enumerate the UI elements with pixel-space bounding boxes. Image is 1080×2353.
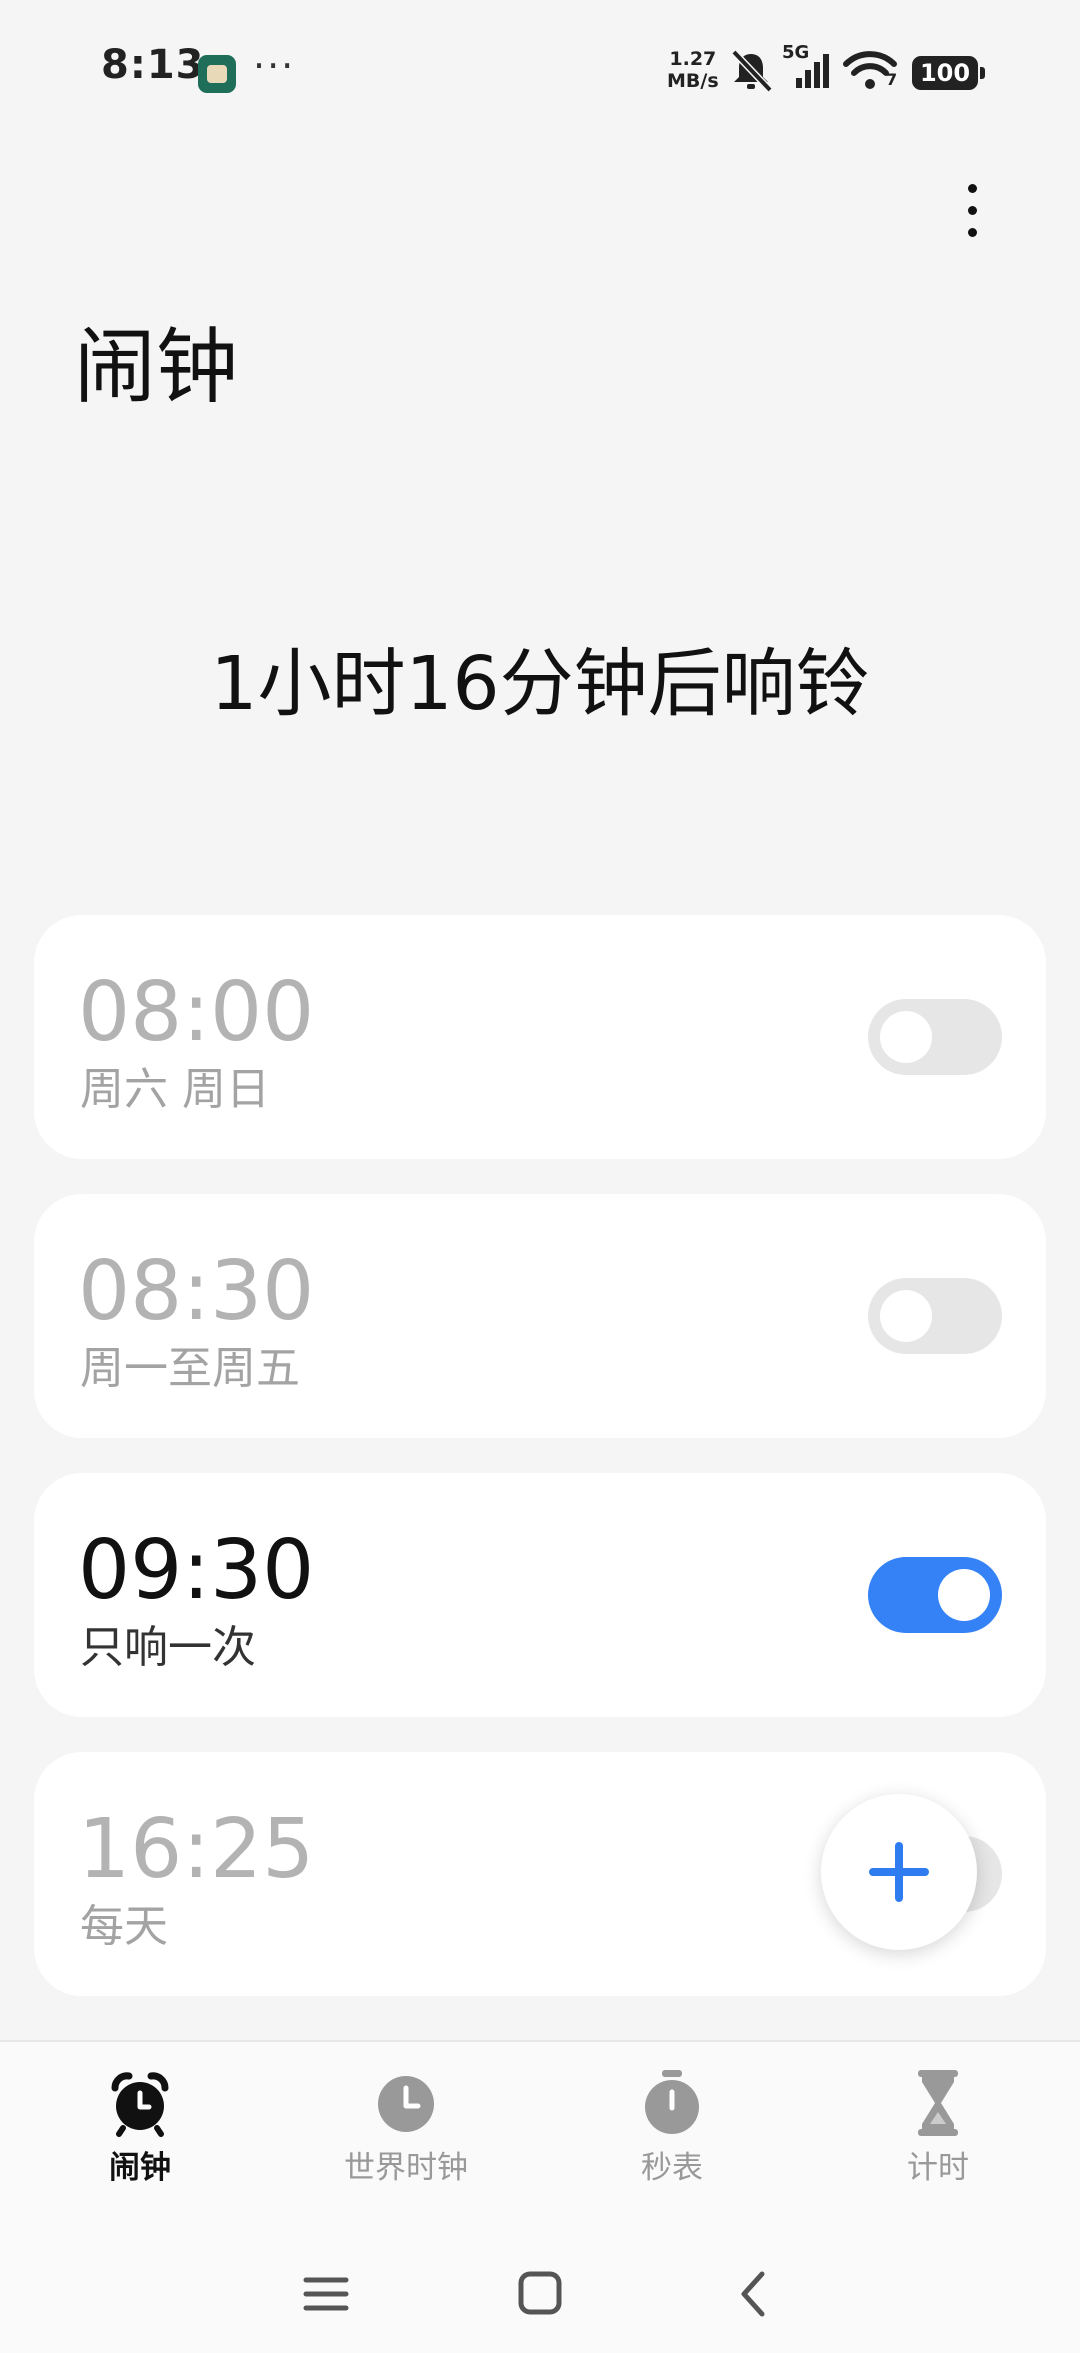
- tab-timer[interactable]: 计时: [818, 2068, 1058, 2188]
- silent-mode-icon: [731, 49, 773, 92]
- alarm-repeat: 每天: [80, 1901, 168, 1952]
- tab-stopwatch[interactable]: 秒表: [552, 2068, 792, 2188]
- tab-world-clock-label: 世界时钟: [344, 2150, 468, 2186]
- next-ring-countdown: 1小时16分钟后响铃: [210, 641, 870, 727]
- alarm-card[interactable]: 09:30 只响一次: [34, 1473, 1046, 1717]
- stopwatch-icon: [645, 2070, 699, 2134]
- network-speed-value: 1.27: [669, 48, 717, 70]
- more-options-icon: [968, 184, 977, 193]
- back-button[interactable]: [714, 2264, 794, 2324]
- hourglass-icon: [918, 2070, 958, 2136]
- tab-stopwatch-label: 秒表: [641, 2150, 703, 2186]
- add-alarm-button[interactable]: [821, 1794, 977, 1950]
- alarm-toggle[interactable]: [868, 1557, 1002, 1633]
- recent-apps-button[interactable]: [286, 2264, 366, 2324]
- more-notifications-icon: ···: [253, 44, 296, 88]
- alarm-time: 08:00: [78, 965, 315, 1060]
- alarm-card[interactable]: 08:00 周六 周日: [34, 915, 1046, 1159]
- alarm-repeat: 周六 周日: [80, 1064, 270, 1115]
- app-notification-icon: [198, 55, 236, 93]
- tab-timer-label: 计时: [907, 2150, 969, 2186]
- alarm-repeat: 周一至周五: [80, 1343, 300, 1394]
- status-icons: 5G 7: [728, 42, 898, 92]
- menu-icon: [303, 2277, 349, 2311]
- alarm-card[interactable]: 08:30 周一至周五: [34, 1194, 1046, 1438]
- status-bar: 8:13 ··· 1.27 MB/s 5G 7 100: [0, 0, 1080, 140]
- page-title: 闹钟: [74, 320, 239, 415]
- network-speed-unit: MB/s: [667, 70, 719, 92]
- alarm-toggle[interactable]: [868, 999, 1002, 1075]
- wifi-icon: 7: [842, 48, 898, 92]
- tab-alarm-label: 闹钟: [109, 2150, 171, 2186]
- alarm-time: 08:30: [78, 1244, 315, 1339]
- home-square-icon: [518, 2271, 562, 2315]
- status-time: 8:13: [101, 42, 205, 88]
- cellular-signal-icon: 5G: [782, 42, 834, 92]
- alarm-time: 09:30: [78, 1523, 315, 1618]
- back-arrow-icon: [741, 2271, 765, 2317]
- battery-indicator: 100: [912, 56, 985, 90]
- tab-alarm[interactable]: 闹钟: [20, 2068, 260, 2188]
- wifi-label: 7: [886, 70, 898, 89]
- bottom-navigation: 闹钟 世界时钟 秒表 计时: [0, 2040, 1080, 2353]
- home-button[interactable]: [500, 2264, 580, 2324]
- alarm-time: 16:25: [78, 1802, 315, 1897]
- clock-icon: [378, 2076, 434, 2132]
- more-options-button[interactable]: [946, 176, 998, 246]
- alarm-toggle[interactable]: [868, 1278, 1002, 1354]
- network-speed: 1.27 MB/s: [667, 48, 719, 92]
- alarm-clock-icon: [111, 2072, 169, 2137]
- alarm-repeat: 只响一次: [80, 1622, 256, 1673]
- tab-world-clock[interactable]: 世界时钟: [286, 2068, 526, 2188]
